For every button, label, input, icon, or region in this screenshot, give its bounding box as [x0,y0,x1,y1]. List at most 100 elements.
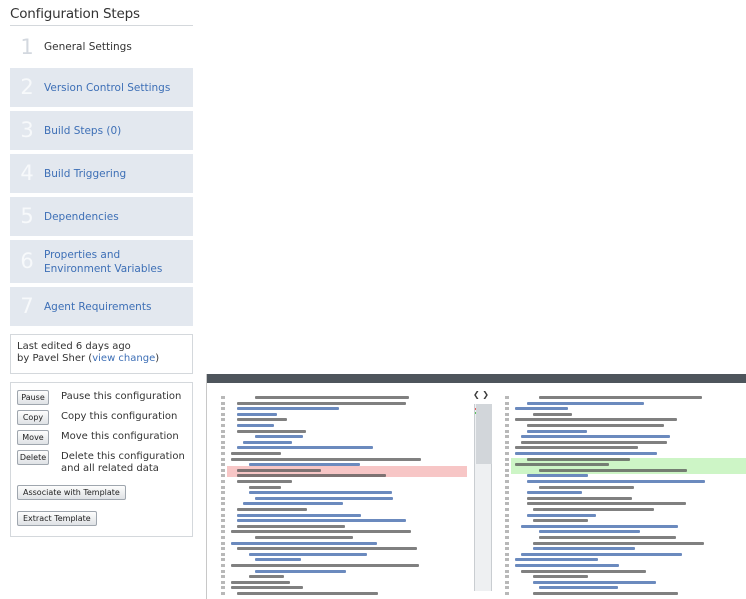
line-number-mark [221,480,225,483]
pause-button[interactable]: Pause [17,390,49,405]
line-number-mark [221,396,225,399]
line-number-mark [221,474,225,478]
step-label: Agent Requirements [44,300,152,313]
line-number-mark [221,547,225,551]
delete-action: Delete Delete this configuration and all… [17,450,186,475]
line-number-mark [221,592,225,595]
code-line [527,429,587,433]
code-line [237,446,373,450]
code-line [533,519,588,523]
delete-description: Delete this configuration and all relate… [61,451,185,474]
step-number: 6 [20,249,34,273]
line-number-mark [221,401,225,405]
copy-description: Copy this configuration [61,411,178,422]
diff-left-pane [207,392,467,599]
line-number-mark [221,586,225,590]
step-version-control-settings[interactable]: 2 Version Control Settings [10,68,193,107]
code-line [231,457,421,461]
line-number-mark [221,435,225,439]
move-button[interactable]: Move [17,430,49,445]
step-build-steps[interactable]: 3 Build Steps (0) [10,111,193,150]
code-line [249,491,392,495]
line-number-mark [221,418,225,422]
line-number-mark [505,412,509,416]
line-number-mark [505,401,509,405]
code-line [255,396,409,399]
code-line [539,485,634,489]
line-number-mark [505,435,509,439]
code-line [243,440,292,444]
associate-with-template-button[interactable]: Associate with Template [17,485,126,500]
code-line [527,474,588,478]
code-line [255,435,303,439]
code-line [237,480,292,483]
step-properties-and-environment-variables[interactable]: 6 Properties and Environment Variables [10,240,193,283]
step-label: Properties and Environment Variables [44,248,163,275]
line-number-mark [505,457,509,461]
step-build-triggering[interactable]: 4 Build Triggering [10,154,193,193]
code-line [515,558,598,562]
code-line [527,496,632,500]
code-line [237,412,277,416]
edited-by-text: by Pavel Sher ( [17,353,93,364]
line-number-mark [221,530,225,534]
diff-navigation-arrows-icon[interactable]: ❮ ❯ [473,390,489,399]
extract-template-button[interactable]: Extract Template [17,511,97,526]
code-line [533,541,704,545]
code-line [249,575,284,579]
step-number: 2 [20,75,34,99]
step-general-settings[interactable]: 1 General Settings [10,30,193,64]
line-number-mark [505,396,509,399]
line-number-mark [505,536,509,539]
line-number-mark [505,569,509,573]
code-line [539,468,687,472]
line-number-mark [221,446,225,450]
code-line [521,435,670,439]
line-number-mark [221,407,225,411]
code-line [527,502,686,506]
code-line [533,508,654,511]
sidebar-title: Configuration Steps [10,6,193,26]
line-number-mark [505,440,509,444]
code-line [231,541,377,545]
code-line [539,530,640,534]
line-number-mark [221,564,225,567]
line-number-mark [221,524,225,528]
move-description: Move this configuration [61,431,179,442]
line-number-mark [221,536,225,539]
step-label: General Settings [44,41,132,53]
code-line [237,508,307,511]
line-number-mark [221,502,225,506]
line-number-mark [221,468,225,472]
view-change-link[interactable]: view change [92,353,155,364]
line-number-mark [221,440,225,444]
code-line [515,407,568,411]
code-line [237,424,274,427]
line-number-mark [505,480,509,483]
code-line [527,491,582,495]
code-line [231,564,419,567]
diff-viewer-screenshot: ❮ ❯ [206,374,746,599]
code-line [533,575,588,579]
diff-right-pane [497,392,746,599]
last-edited-info: Last edited 6 days ago by Pavel Sher (vi… [10,334,193,374]
delete-button[interactable]: Delete [17,450,49,465]
code-line [237,407,339,411]
step-number: 7 [20,294,34,318]
line-number-mark [505,524,509,528]
code-line [237,468,321,472]
edited-by-close: ) [155,353,160,364]
last-edited-text: Last edited 6 days ago [17,341,131,352]
diff-scroll-thumb[interactable] [476,404,492,464]
step-dependencies[interactable]: 5 Dependencies [10,197,193,236]
line-number-mark [505,552,509,556]
code-line [527,513,596,517]
diff-gutter: ❮ ❯ [469,390,495,599]
code-line [243,502,343,506]
line-number-mark [505,407,509,411]
line-number-mark [221,457,225,461]
copy-button[interactable]: Copy [17,410,49,425]
code-line [533,412,572,416]
step-agent-requirements[interactable]: 7 Agent Requirements [10,287,193,326]
code-line [515,418,677,422]
